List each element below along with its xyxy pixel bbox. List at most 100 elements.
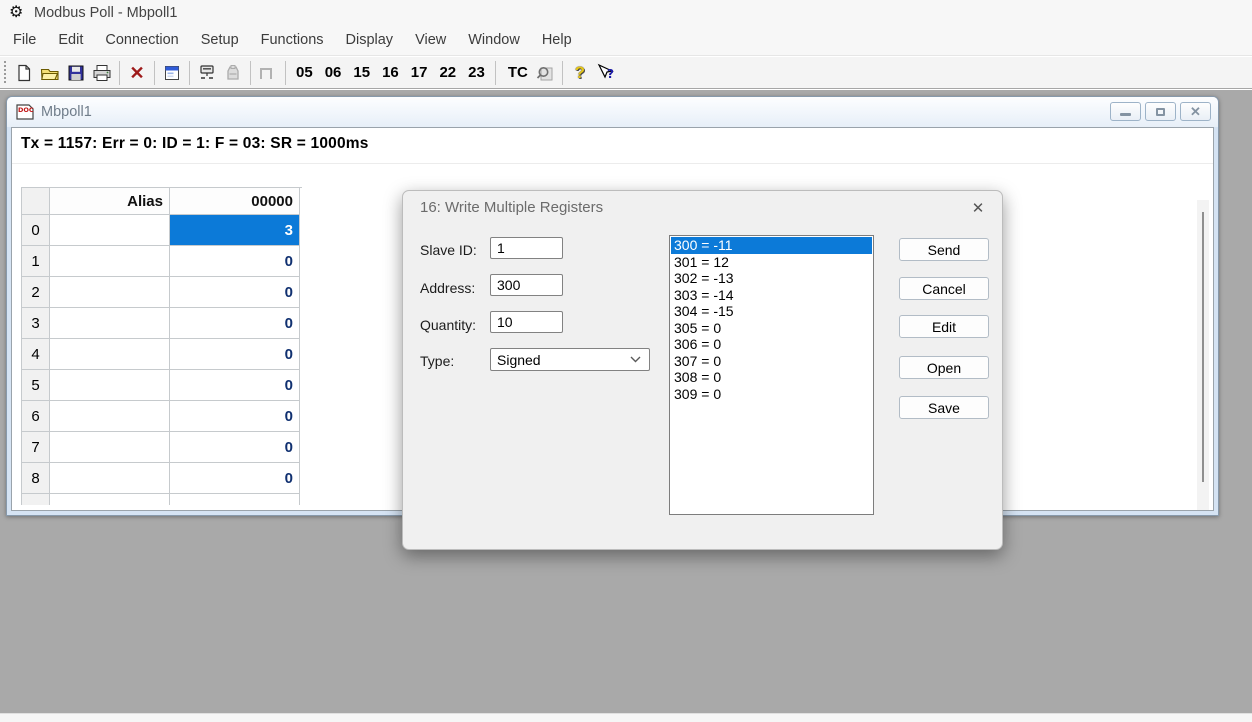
mdi-client-area: DOC Mbpoll1 ✕ Tx = 1157: Err = 0: ID = 1… [0, 90, 1252, 713]
row-header[interactable]: 6 [22, 401, 50, 432]
menu-help[interactable]: Help [531, 26, 583, 55]
alias-cell[interactable] [50, 277, 170, 308]
row-header[interactable]: 0 [22, 215, 50, 246]
function-22-button[interactable]: 22 [433, 64, 462, 81]
dialog-titlebar[interactable]: 16: Write Multiple Registers ✕ [403, 191, 1002, 225]
value-cell[interactable]: 0 [170, 432, 300, 463]
value-column-header[interactable]: 00000 [170, 188, 300, 215]
row-header[interactable]: 1 [22, 246, 50, 277]
save-button[interactable] [63, 60, 89, 86]
address-field[interactable] [490, 274, 563, 296]
grid-corner-cell[interactable] [22, 188, 50, 215]
register-list-item[interactable]: 304 = -15 [671, 303, 872, 320]
register-list-item[interactable]: 303 = -14 [671, 287, 872, 304]
menu-connection[interactable]: Connection [94, 26, 189, 55]
value-cell[interactable]: 0 [170, 277, 300, 308]
cancel-button[interactable]: Cancel [899, 277, 989, 300]
register-list-item-selected[interactable]: 300 = -11 [671, 237, 872, 254]
zoom-test-button[interactable] [532, 60, 558, 86]
register-list-item[interactable]: 307 = 0 [671, 353, 872, 370]
help-icon: ? [575, 63, 585, 83]
alias-cell[interactable] [50, 246, 170, 277]
menu-file[interactable]: File [2, 26, 47, 55]
function-23-button[interactable]: 23 [462, 64, 491, 81]
register-list-item[interactable]: 306 = 0 [671, 336, 872, 353]
row-header[interactable]: 8 [22, 463, 50, 494]
menu-setup[interactable]: Setup [190, 26, 250, 55]
register-list-item[interactable]: 308 = 0 [671, 369, 872, 386]
menu-view[interactable]: View [404, 26, 457, 55]
menu-functions[interactable]: Functions [250, 26, 335, 55]
vertical-scrollbar[interactable] [1197, 200, 1209, 511]
communication-traffic-button[interactable] [194, 60, 220, 86]
value-cell[interactable]: 0 [170, 463, 300, 494]
value-cell-selected[interactable]: 3 [170, 215, 300, 246]
svg-text:DOC: DOC [18, 106, 34, 114]
alias-cell[interactable] [50, 308, 170, 339]
row-header[interactable]: 2 [22, 277, 50, 308]
row-header[interactable]: 5 [22, 370, 50, 401]
new-file-icon [15, 64, 33, 82]
pulse-time-button[interactable] [255, 60, 281, 86]
function-05-button[interactable]: 05 [290, 64, 319, 81]
alias-cell[interactable] [50, 339, 170, 370]
alias-cell[interactable] [50, 494, 170, 505]
row-header[interactable]: 3 [22, 308, 50, 339]
slave-id-field[interactable] [490, 237, 563, 259]
value-cell[interactable] [170, 494, 300, 505]
test-center-button[interactable]: TC [500, 64, 532, 81]
close-button[interactable]: ✕ [1180, 102, 1211, 121]
value-cell[interactable]: 0 [170, 401, 300, 432]
toolbar-grip[interactable] [3, 61, 7, 85]
edit-button[interactable]: Edit [899, 315, 989, 338]
disconnect-button[interactable]: ✕ [124, 60, 150, 86]
scrollbar-thumb[interactable] [1202, 212, 1204, 482]
menu-edit[interactable]: Edit [47, 26, 94, 55]
function-15-button[interactable]: 15 [347, 64, 376, 81]
value-cell[interactable]: 0 [170, 370, 300, 401]
register-list-item[interactable]: 305 = 0 [671, 320, 872, 337]
restore-icon [1156, 108, 1165, 116]
register-list-item[interactable]: 309 = 0 [671, 386, 872, 403]
send-button[interactable]: Send [899, 238, 989, 261]
save-button[interactable]: Save [899, 396, 989, 419]
alias-cell[interactable] [50, 401, 170, 432]
value-cell[interactable]: 0 [170, 339, 300, 370]
quantity-field[interactable] [490, 311, 563, 333]
help-button[interactable]: ? [567, 60, 593, 86]
minimize-button[interactable] [1110, 102, 1141, 121]
function-17-button[interactable]: 17 [405, 64, 434, 81]
menu-window[interactable]: Window [457, 26, 531, 55]
slave-id-label: Slave ID: [420, 242, 477, 258]
value-cell[interactable]: 0 [170, 246, 300, 277]
new-file-button[interactable] [11, 60, 37, 86]
type-dropdown[interactable]: Signed [490, 348, 650, 371]
alias-cell[interactable] [50, 370, 170, 401]
alias-cell[interactable] [50, 432, 170, 463]
register-list-item[interactable]: 301 = 12 [671, 254, 872, 271]
open-file-button[interactable] [37, 60, 63, 86]
display-communication-button[interactable] [220, 60, 246, 86]
row-header-partial[interactable] [22, 494, 50, 505]
open-button[interactable]: Open [899, 356, 989, 379]
row-header[interactable]: 7 [22, 432, 50, 463]
register-list-item[interactable]: 302 = -13 [671, 270, 872, 287]
row-header[interactable]: 4 [22, 339, 50, 370]
dialog-close-button[interactable]: ✕ [967, 197, 989, 219]
value-cell[interactable]: 0 [170, 308, 300, 339]
function-16-button[interactable]: 16 [376, 64, 405, 81]
mbpoll1-titlebar[interactable]: DOC Mbpoll1 ✕ [7, 97, 1218, 127]
restore-button[interactable] [1145, 102, 1176, 121]
alias-column-header[interactable]: Alias [50, 188, 170, 215]
alias-cell[interactable] [50, 215, 170, 246]
setup-definition-button[interactable] [159, 60, 185, 86]
setup-definition-icon [163, 64, 181, 82]
context-help-button[interactable]: ? [593, 60, 619, 86]
quantity-label: Quantity: [420, 317, 476, 333]
register-listbox[interactable]: 300 = -11 301 = 12 302 = -13 303 = -14 3… [669, 235, 874, 515]
function-06-button[interactable]: 06 [319, 64, 348, 81]
print-button[interactable] [89, 60, 115, 86]
menu-display[interactable]: Display [335, 26, 405, 55]
app-titlebar[interactable]: ⚙ Modbus Poll - Mbpoll1 [0, 0, 1252, 26]
alias-cell[interactable] [50, 463, 170, 494]
